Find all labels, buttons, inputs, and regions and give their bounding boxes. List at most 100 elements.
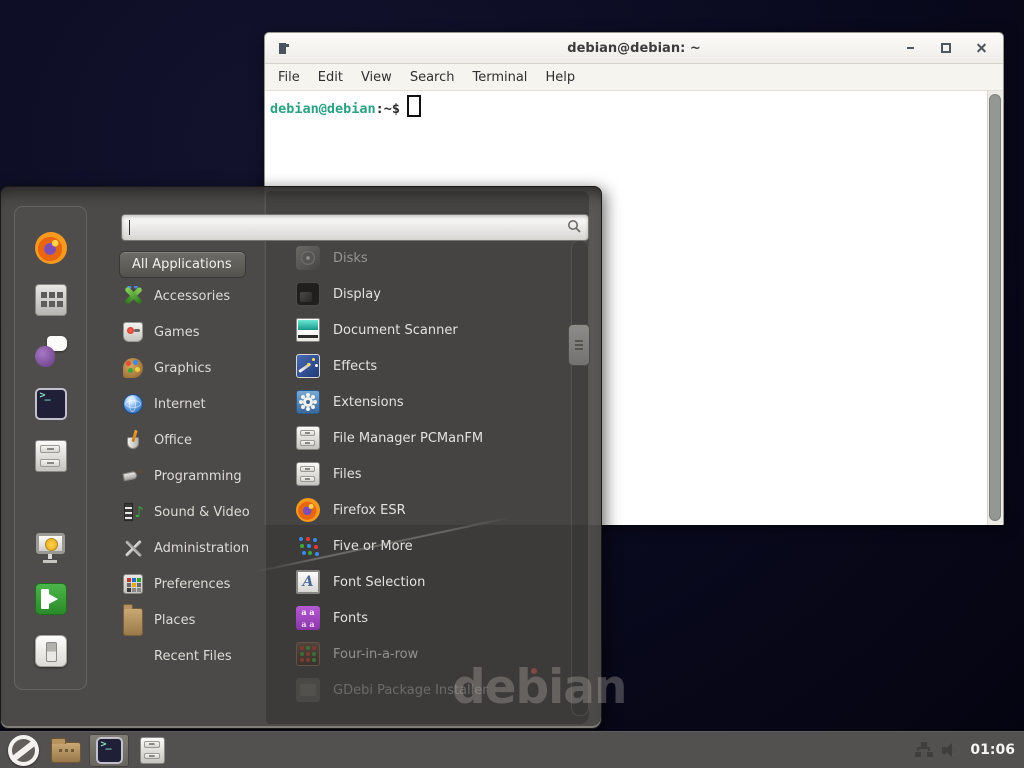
font-selection-icon — [296, 570, 320, 594]
category-label: Places — [154, 613, 195, 628]
menu-scrollbar-track[interactable] — [571, 240, 589, 716]
disks-icon — [296, 246, 320, 270]
favorite-file-manager[interactable] — [31, 440, 71, 472]
taskbar-files-button[interactable] — [132, 734, 172, 767]
terminal-menu-view[interactable]: View — [352, 65, 401, 90]
clock[interactable]: 01:06 — [970, 742, 1015, 758]
app-item-fonts[interactable]: Fonts — [266, 600, 566, 636]
app-item-document-scanner[interactable]: Document Scanner — [266, 312, 566, 348]
category-label: Recent Files — [154, 649, 232, 664]
display-icon — [296, 282, 320, 306]
shutdown-icon — [35, 635, 67, 667]
cabinet-icon — [296, 426, 320, 450]
favorite-logout[interactable] — [31, 583, 71, 615]
application-menu: Disks Display Document Scanner Effects Exten… — [0, 186, 602, 729]
app-label: Document Scanner — [333, 323, 458, 338]
prompt-suffix: :~$ — [376, 101, 400, 117]
app-item-disks[interactable]: Disks — [266, 240, 566, 276]
terminal-scrollbar-track[interactable] — [987, 91, 1003, 525]
minimize-button[interactable] — [899, 38, 921, 58]
category-programming[interactable]: Programming — [117, 458, 265, 494]
terminal-scrollbar-thumb[interactable] — [989, 94, 1001, 521]
app-item-four-in-a-row[interactable]: Four-in-a-row — [266, 636, 566, 672]
search-input[interactable] — [128, 217, 552, 238]
network-icon[interactable] — [915, 742, 933, 758]
menu-scrollbar-thumb[interactable] — [568, 324, 590, 366]
places-icon — [123, 608, 143, 637]
taskbar-terminal-button[interactable] — [89, 734, 129, 767]
app-label: Effects — [333, 359, 377, 374]
category-accessories[interactable]: Accessories — [117, 278, 265, 314]
category-places[interactable]: Places — [117, 602, 265, 638]
app-label: Disks — [333, 251, 368, 266]
firefox-icon — [296, 498, 320, 522]
cabinet-icon — [296, 462, 320, 486]
programming-icon — [123, 466, 143, 486]
app-item-extensions[interactable]: Extensions — [266, 384, 566, 420]
terminal-cursor — [407, 95, 421, 117]
search-box — [121, 214, 589, 241]
graphics-icon — [123, 358, 143, 378]
favorite-software[interactable] — [31, 284, 71, 316]
maximize-button[interactable] — [935, 38, 957, 58]
document-scanner-icon — [296, 318, 320, 342]
category-administration[interactable]: Administration — [117, 530, 265, 566]
administration-icon — [123, 538, 143, 558]
app-item-font-selection[interactable]: Font Selection — [266, 564, 566, 600]
category-office[interactable]: Office — [117, 422, 265, 458]
category-graphics[interactable]: Graphics — [117, 350, 265, 386]
category-label: Accessories — [154, 289, 230, 304]
app-label: Display — [333, 287, 381, 302]
category-games[interactable]: Games — [117, 314, 265, 350]
window-menu-icon[interactable] — [279, 43, 286, 54]
volume-icon[interactable] — [942, 742, 961, 758]
app-label: File Manager PCManFM — [333, 431, 483, 446]
app-label: Fonts — [333, 611, 368, 626]
category-label: Office — [154, 433, 192, 448]
software-icon — [35, 284, 67, 316]
category-recent-files[interactable]: Recent Files — [117, 638, 265, 674]
terminal-menu-edit[interactable]: Edit — [309, 65, 352, 90]
terminal-menu-help[interactable]: Help — [536, 65, 584, 90]
category-sound-video[interactable]: Sound & Video — [117, 494, 265, 530]
screensaver-icon — [35, 531, 67, 563]
favorites-sidebar — [14, 206, 87, 690]
taskbar-launchers — [3, 734, 175, 767]
app-item-file-manager-pcmanfm[interactable]: File Manager PCManFM — [266, 420, 566, 456]
desktop[interactable]: debian@debian: ~ FileEditViewSearchTermi… — [0, 0, 1024, 768]
taskbar-file-manager-folder-button[interactable] — [46, 734, 86, 767]
close-button[interactable] — [971, 38, 993, 58]
cabinet-icon — [35, 440, 67, 472]
application-list: Disks Display Document Scanner Effects Exten… — [266, 240, 566, 708]
terminal-menu-terminal[interactable]: Terminal — [463, 65, 536, 90]
app-label: Four-in-a-row — [333, 647, 418, 662]
terminal-menu-file[interactable]: File — [269, 65, 309, 90]
app-item-files[interactable]: Files — [266, 456, 566, 492]
terminal-menu-search[interactable]: Search — [401, 65, 464, 90]
app-label: GDebi Package Installer — [333, 683, 488, 698]
category-label: Sound & Video — [154, 505, 250, 520]
app-item-gdebi-package-installer[interactable]: GDebi Package Installer — [266, 672, 566, 708]
favorite-shutdown[interactable] — [31, 635, 71, 667]
category-label: Games — [154, 325, 199, 340]
category-label: Administration — [154, 541, 249, 556]
fonts-icon — [296, 606, 320, 630]
favorite-terminal[interactable] — [31, 388, 71, 420]
system-tray: 01:06 — [915, 742, 1021, 758]
category-preferences[interactable]: Preferences — [117, 566, 265, 602]
app-item-display[interactable]: Display — [266, 276, 566, 312]
accessories-icon — [123, 286, 143, 306]
category-internet[interactable]: Internet — [117, 386, 265, 422]
terminal-prompt: debian@debian:~$ — [265, 91, 1003, 117]
app-item-firefox-esr[interactable]: Firefox ESR — [266, 492, 566, 528]
category-label: Preferences — [154, 577, 230, 592]
favorite-screensaver[interactable] — [31, 531, 71, 563]
taskbar-menu-button[interactable] — [3, 734, 43, 767]
terminal-titlebar[interactable]: debian@debian: ~ — [265, 33, 1003, 64]
app-item-effects[interactable]: Effects — [266, 348, 566, 384]
favorite-firefox[interactable] — [31, 232, 71, 264]
favorite-pidgin[interactable] — [31, 336, 71, 368]
category-label: Programming — [154, 469, 242, 484]
category-all-applications[interactable]: All Applications — [119, 251, 246, 278]
category-label: Graphics — [154, 361, 211, 376]
